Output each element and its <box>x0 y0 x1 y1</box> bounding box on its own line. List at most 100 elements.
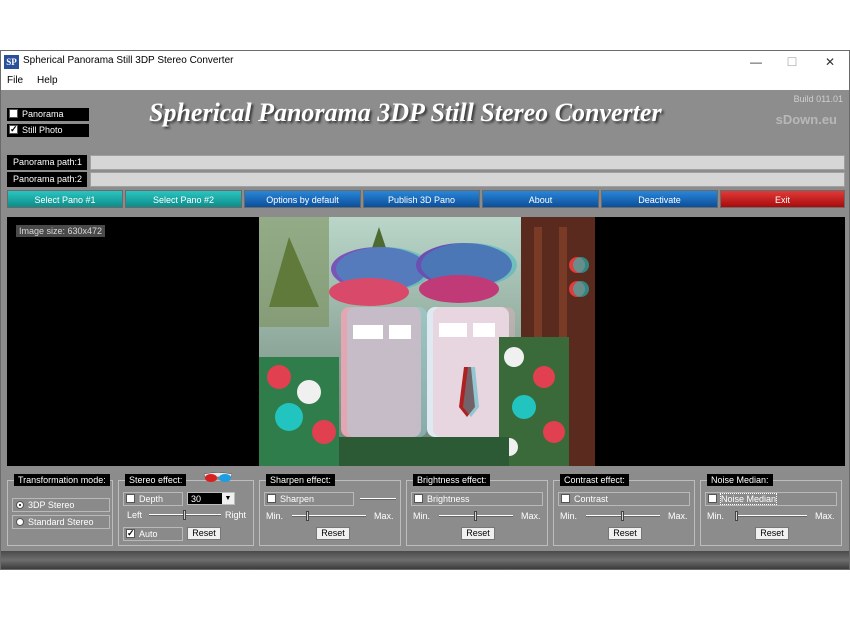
panorama-path-2-field[interactable] <box>90 172 845 187</box>
panorama-path-1-field[interactable] <box>90 155 845 170</box>
title-bar[interactable]: SP Spherical Panorama Still 3DP Stereo C… <box>1 51 849 73</box>
publish-3d-pano-button[interactable]: Publish 3D Pano <box>363 190 480 208</box>
3dp-stereo-label: 3DP Stereo <box>28 500 75 510</box>
panorama-check-icon[interactable] <box>9 109 18 119</box>
stereo-slider[interactable] <box>149 510 221 520</box>
brightness-slider[interactable] <box>439 511 513 521</box>
brightness-effect-title: Brightness effect: <box>413 474 491 486</box>
anaglyph-photo-image <box>259 217 595 466</box>
window-title: Spherical Panorama Still 3DP Stereo Conv… <box>23 55 234 66</box>
noise-median-panel: Noise Median: Noise Median Min. Max. Res… <box>700 474 842 546</box>
close-button[interactable]: ✕ <box>811 51 849 73</box>
stereo-left-label: Left <box>127 510 143 520</box>
stereo-effect-panel: Stereo effect: Depth 30 ▼ Left Right Aut… <box>118 472 254 546</box>
minimize-button[interactable]: — <box>737 51 775 73</box>
auto-label: Auto <box>139 529 158 539</box>
path-row-1: Panorama path:1 <box>7 155 845 170</box>
depth-label: Depth <box>139 494 164 504</box>
brightness-check-icon[interactable] <box>414 494 423 504</box>
action-toolbar: Select Pano #1 Select Pano #2 Options by… <box>7 190 845 208</box>
auto-checkbox[interactable]: Auto <box>123 527 183 541</box>
noise-slider-track <box>735 515 807 517</box>
menu-help[interactable]: Help <box>37 75 58 86</box>
stereo-reset-button[interactable]: Reset <box>187 527 221 540</box>
depth-check-icon[interactable] <box>126 494 135 504</box>
path-row-2: Panorama path:2 <box>7 172 845 187</box>
noise-median-label: Noise Median <box>719 493 778 505</box>
contrast-reset-button[interactable]: Reset <box>608 527 642 540</box>
still-photo-mode-label: Still Photo <box>22 125 63 135</box>
stereo-slider-thumb[interactable] <box>183 510 186 520</box>
menu-file[interactable]: File <box>7 75 23 86</box>
brightness-slider-thumb[interactable] <box>474 511 477 521</box>
transformation-mode-title: Transformation mode: <box>14 474 110 486</box>
app-icon: SP <box>4 55 19 69</box>
sharpen-mini-slider[interactable] <box>360 494 396 504</box>
noise-slider-thumb[interactable] <box>735 511 738 521</box>
sharpen-slider-track <box>292 515 366 517</box>
noise-reset-button[interactable]: Reset <box>755 527 789 540</box>
sharpen-checkbox[interactable]: Sharpen <box>264 492 354 506</box>
sharpen-slider[interactable] <box>292 511 366 521</box>
contrast-effect-title: Contrast effect: <box>560 474 629 486</box>
standard-stereo-radio[interactable]: Standard Stereo <box>12 515 110 529</box>
image-size-label: Image size: 630x472 <box>16 225 106 237</box>
still-photo-check-icon[interactable] <box>9 123 18 136</box>
contrast-checkbox[interactable]: Contrast <box>558 492 690 506</box>
noise-median-checkbox[interactable]: Noise Median <box>705 492 837 506</box>
sharpen-check-icon[interactable] <box>267 494 276 504</box>
select-pano-2-button[interactable]: Select Pano #2 <box>125 190 242 208</box>
image-viewer[interactable]: Image size: 630x472 <box>7 217 845 466</box>
exit-button[interactable]: Exit <box>720 190 845 208</box>
panorama-mode-label: Panorama <box>22 109 64 119</box>
about-button[interactable]: About <box>482 190 599 208</box>
contrast-slider-thumb[interactable] <box>621 511 624 521</box>
brightness-label: Brightness <box>427 494 470 504</box>
anaglyph-photo <box>259 217 595 466</box>
sharpen-slider-thumb[interactable] <box>306 511 309 521</box>
options-default-button[interactable]: Options by default <box>244 190 361 208</box>
sharpen-min-label: Min. <box>266 511 284 521</box>
noise-max-label: Max. <box>815 511 835 521</box>
auto-check-icon[interactable] <box>126 527 135 539</box>
sharpen-mini-track <box>360 498 396 500</box>
contrast-check-icon[interactable] <box>561 494 570 504</box>
watermark-logo: sDown.eu <box>775 112 837 127</box>
deactivate-button[interactable]: Deactivate <box>601 190 718 208</box>
chevron-down-icon[interactable]: ▼ <box>222 493 234 504</box>
sharpen-label: Sharpen <box>280 494 315 504</box>
brightness-min-label: Min. <box>413 511 431 521</box>
panorama-mode-checkbox[interactable]: Panorama <box>7 108 89 121</box>
banner-title: Spherical Panorama 3DP Still Stereo Conv… <box>149 98 662 127</box>
brightness-reset-button[interactable]: Reset <box>461 527 495 540</box>
panorama-path-2-label: Panorama path:2 <box>7 172 87 187</box>
brightness-checkbox[interactable]: Brightness <box>411 492 543 506</box>
maximize-button[interactable]: ☐ <box>773 51 811 73</box>
standard-stereo-radio-icon[interactable] <box>16 517 24 526</box>
noise-slider[interactable] <box>735 511 807 521</box>
app-window: SP Spherical Panorama Still 3DP Stereo C… <box>0 50 850 570</box>
status-bar <box>1 551 849 569</box>
3dp-stereo-radio-icon[interactable] <box>16 500 24 509</box>
contrast-slider[interactable] <box>586 511 660 521</box>
still-photo-mode-checkbox[interactable]: Still Photo <box>7 123 89 137</box>
stereo-effect-title: Stereo effect: <box>125 474 187 486</box>
3dp-stereo-radio[interactable]: 3DP Stereo <box>12 498 110 512</box>
sharpen-max-label: Max. <box>374 511 394 521</box>
sharpen-effect-title: Sharpen effect: <box>266 474 335 486</box>
contrast-label: Contrast <box>574 494 609 504</box>
sharpen-effect-panel: Sharpen effect: Sharpen Min. Max. Reset <box>259 474 401 546</box>
select-pano-1-button[interactable]: Select Pano #1 <box>7 190 123 208</box>
depth-select[interactable]: 30 ▼ <box>187 492 235 505</box>
depth-checkbox[interactable]: Depth <box>123 492 183 506</box>
menu-bar: File Help <box>1 73 849 90</box>
header-banner: Panorama Still Photo Spherical Panorama … <box>1 90 849 152</box>
stereo-right-label: Right <box>225 510 247 520</box>
sharpen-reset-button[interactable]: Reset <box>316 527 350 540</box>
noise-median-check-icon[interactable] <box>708 494 717 504</box>
build-version: Build 011.01 <box>793 94 843 104</box>
contrast-max-label: Max. <box>668 511 688 521</box>
3d-glasses-icon <box>203 472 233 482</box>
transformation-mode-panel: Transformation mode: 3DP Stereo Standard… <box>7 474 113 546</box>
noise-median-title: Noise Median: <box>707 474 773 486</box>
